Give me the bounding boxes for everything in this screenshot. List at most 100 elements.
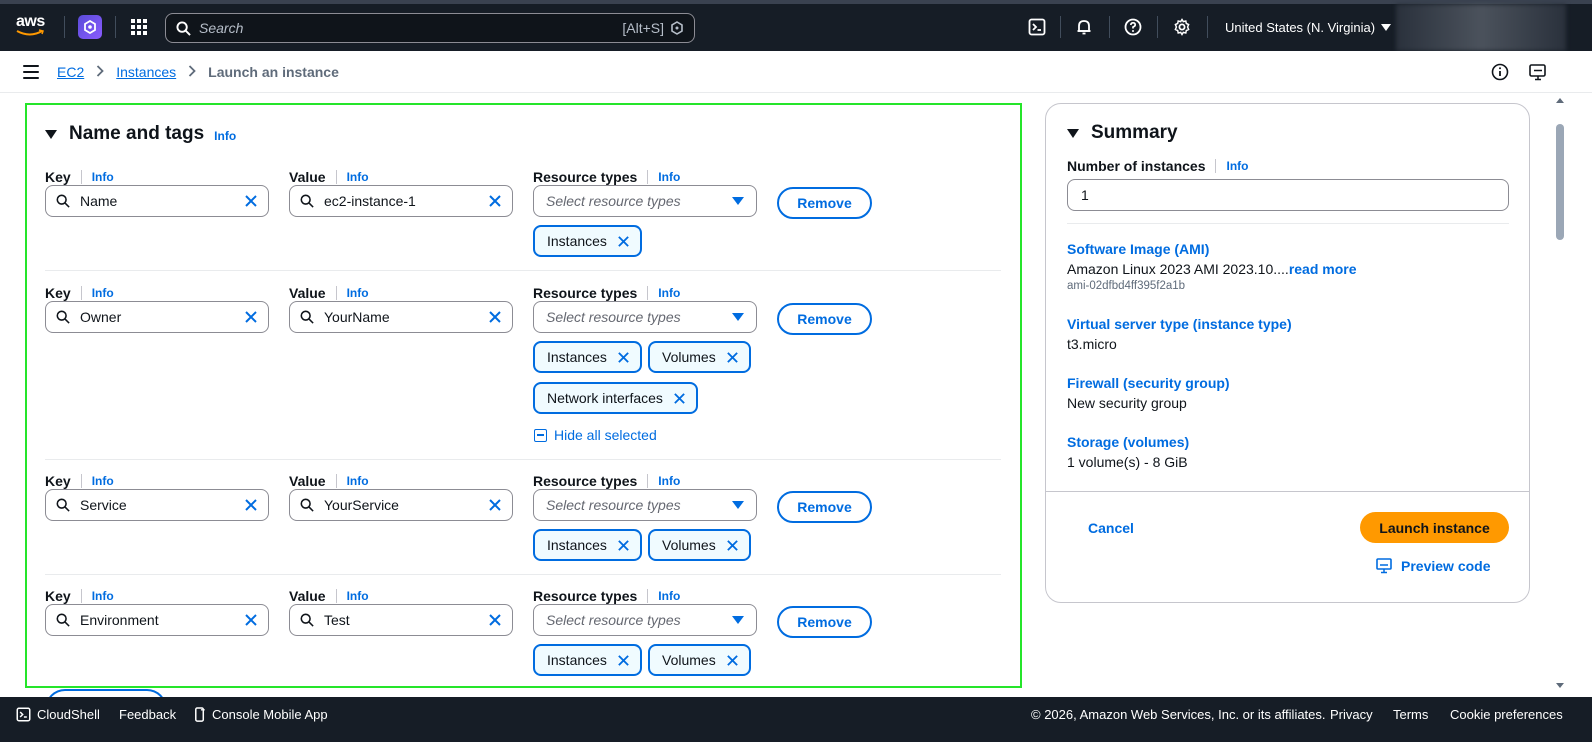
nav-separator: [115, 16, 116, 38]
info-link[interactable]: Info: [92, 286, 114, 300]
privacy-link[interactable]: Privacy: [1330, 707, 1373, 722]
scroll-down-arrow-icon[interactable]: [1556, 683, 1564, 688]
resource-types-select[interactable]: Select resource types: [533, 604, 757, 636]
clear-x-icon[interactable]: [244, 310, 258, 324]
value-input[interactable]: ec2-instance-1: [289, 185, 513, 217]
feedback-monitor-icon[interactable]: [1529, 63, 1547, 81]
terms-link[interactable]: Terms: [1393, 707, 1428, 722]
dismiss-x-icon[interactable]: [726, 539, 739, 552]
ami-link[interactable]: Software Image (AMI): [1067, 241, 1209, 257]
clear-x-icon[interactable]: [244, 498, 258, 512]
dismiss-x-icon[interactable]: [726, 654, 739, 667]
key-input[interactable]: Name: [45, 185, 269, 217]
info-link[interactable]: Info: [92, 589, 114, 603]
resource-types-select[interactable]: Select resource types: [533, 185, 757, 217]
search-icon: [176, 20, 191, 36]
cancel-button[interactable]: Cancel: [1088, 520, 1134, 536]
instance-type-link[interactable]: Virtual server type (instance type): [1067, 316, 1292, 332]
console-mobile-app-link[interactable]: Console Mobile App: [194, 707, 328, 722]
cloudshell-icon[interactable]: [1026, 16, 1048, 38]
cloudshell-footer-button[interactable]: CloudShell: [16, 707, 100, 722]
value-label: Value Info: [289, 473, 369, 489]
amazon-q-icon[interactable]: [78, 15, 102, 39]
key-input[interactable]: Environment: [45, 604, 269, 636]
info-link[interactable]: Info: [214, 129, 236, 143]
firewall-link[interactable]: Firewall (security group): [1067, 375, 1230, 391]
remove-button[interactable]: Remove: [777, 606, 872, 638]
region-selector[interactable]: United States (N. Virginia): [1225, 20, 1392, 35]
info-link[interactable]: Info: [1226, 159, 1248, 173]
notifications-bell-icon[interactable]: [1073, 16, 1095, 38]
caret-down-icon: [732, 616, 744, 624]
summary-title: Summary: [1091, 122, 1178, 143]
feedback-link[interactable]: Feedback: [119, 707, 176, 722]
chevron-right-icon: [188, 64, 196, 80]
storage-link[interactable]: Storage (volumes): [1067, 434, 1189, 450]
key-input[interactable]: Owner: [45, 301, 269, 333]
clear-x-icon[interactable]: [488, 498, 502, 512]
caret-down-icon: [732, 197, 744, 205]
dismiss-x-icon[interactable]: [617, 351, 630, 364]
dismiss-x-icon[interactable]: [617, 235, 630, 248]
clear-x-icon[interactable]: [488, 310, 502, 324]
preview-code-label: Preview code: [1401, 558, 1491, 574]
clear-x-icon[interactable]: [488, 613, 502, 627]
remove-button[interactable]: Remove: [777, 303, 872, 335]
resource-types-select[interactable]: Select resource types: [533, 489, 757, 521]
info-link[interactable]: Info: [347, 170, 369, 184]
cookie-preferences-link[interactable]: Cookie preferences: [1450, 707, 1563, 722]
clear-x-icon[interactable]: [488, 194, 502, 208]
menu-hamburger-icon[interactable]: [23, 65, 39, 79]
value-input[interactable]: Test: [289, 604, 513, 636]
clear-x-icon[interactable]: [244, 613, 258, 627]
preview-code-button[interactable]: Preview code: [1376, 558, 1491, 574]
resource-types-select[interactable]: Select resource types: [533, 301, 757, 333]
value-value: ec2-instance-1: [324, 193, 416, 209]
aws-logo[interactable]: aws: [16, 14, 48, 38]
settings-gear-icon[interactable]: [1171, 16, 1193, 38]
summary-panel: Summary Number of instances Info 1 Softw…: [1045, 103, 1530, 603]
aws-logo-text: aws: [16, 13, 45, 30]
scrollbar-thumb[interactable]: [1556, 124, 1564, 240]
value-input[interactable]: YourService: [289, 489, 513, 521]
info-link[interactable]: Info: [347, 474, 369, 488]
services-grid-icon[interactable]: [131, 19, 147, 35]
breadcrumb-ec2[interactable]: EC2: [57, 64, 84, 80]
dismiss-x-icon[interactable]: [673, 392, 686, 405]
section-header[interactable]: Name and tags Info: [45, 123, 236, 145]
read-more-link[interactable]: read more: [1289, 261, 1357, 277]
remove-button[interactable]: Remove: [777, 187, 872, 219]
info-link[interactable]: Info: [658, 286, 680, 300]
info-link[interactable]: Info: [347, 589, 369, 603]
summary-header[interactable]: Summary: [1067, 122, 1178, 144]
info-circle-icon[interactable]: [1491, 63, 1509, 81]
cloudshell-label: CloudShell: [37, 707, 100, 722]
clear-x-icon[interactable]: [244, 194, 258, 208]
info-link[interactable]: Info: [92, 170, 114, 184]
info-link[interactable]: Info: [658, 474, 680, 488]
info-link[interactable]: Info: [92, 474, 114, 488]
account-menu-redacted[interactable]: [1396, 4, 1566, 51]
search-input[interactable]: [199, 20, 623, 36]
value-input[interactable]: YourName: [289, 301, 513, 333]
info-link[interactable]: Info: [658, 170, 680, 184]
dismiss-x-icon[interactable]: [617, 654, 630, 667]
info-link[interactable]: Info: [658, 589, 680, 603]
info-link[interactable]: Info: [347, 286, 369, 300]
number-of-instances-input[interactable]: 1: [1067, 179, 1509, 211]
key-input[interactable]: Service: [45, 489, 269, 521]
help-icon[interactable]: [1122, 16, 1144, 38]
key-label: Key Info: [45, 169, 114, 185]
key-label: Key Info: [45, 285, 114, 301]
remove-button[interactable]: Remove: [777, 491, 872, 523]
scroll-up-arrow-icon[interactable]: [1556, 98, 1564, 103]
dismiss-x-icon[interactable]: [726, 351, 739, 364]
token-label: Network interfaces: [547, 390, 663, 406]
search-box[interactable]: [Alt+S]: [165, 13, 695, 43]
caret-down-icon: [732, 313, 744, 321]
key-value: Owner: [80, 309, 122, 325]
launch-instance-button[interactable]: Launch instance: [1360, 512, 1509, 543]
dismiss-x-icon[interactable]: [617, 539, 630, 552]
breadcrumb-instances[interactable]: Instances: [116, 64, 176, 80]
hide-all-selected-link[interactable]: Hide all selected: [534, 427, 657, 443]
